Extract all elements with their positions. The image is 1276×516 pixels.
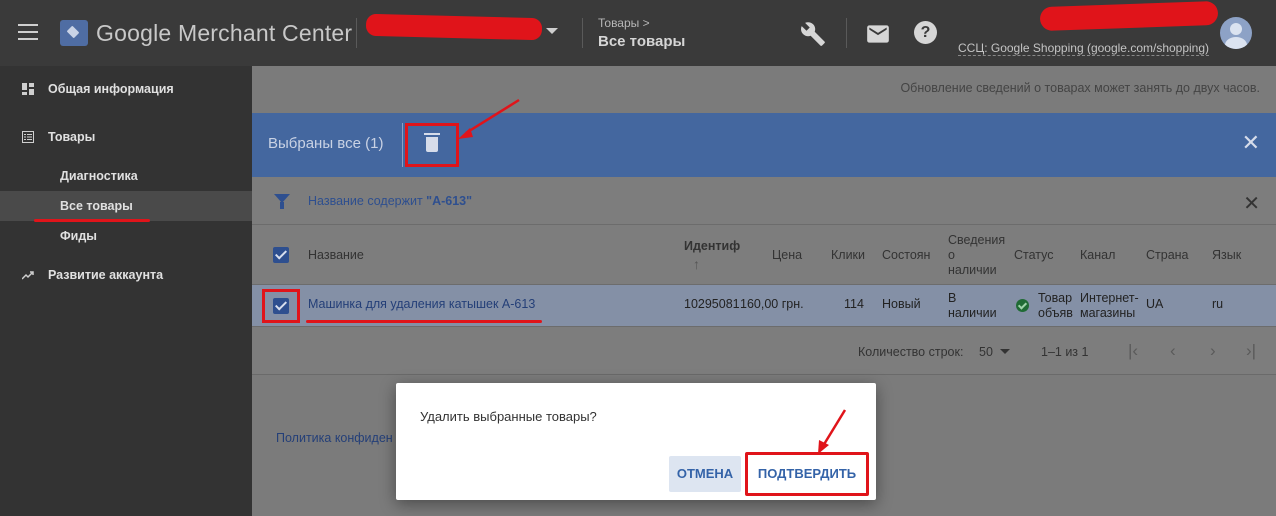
first-page-icon[interactable]: |‹ xyxy=(1128,341,1138,361)
clear-filter-icon[interactable]: ✕ xyxy=(1243,191,1260,216)
mail-icon[interactable] xyxy=(865,21,891,47)
column-header[interactable]: Клики xyxy=(831,248,865,262)
sidebar-item-overview[interactable]: Общая информация xyxy=(0,74,252,104)
cssl-link[interactable]: ССЦ: Google Shopping (google.com/shoppin… xyxy=(958,41,1210,56)
product-id: 10295081 xyxy=(684,297,740,311)
status-approved-icon xyxy=(1016,299,1029,312)
close-icon[interactable]: ✕ xyxy=(1242,131,1260,155)
menu-icon[interactable] xyxy=(18,24,38,40)
sidebar-item-label: Диагностика xyxy=(60,169,138,183)
selection-count: Выбраны все (1) xyxy=(268,135,384,152)
help-icon[interactable]: ? xyxy=(914,21,937,44)
chevron-down-icon[interactable] xyxy=(546,28,558,34)
cancel-button[interactable]: ОТМЕНА xyxy=(669,456,741,492)
last-page-icon[interactable]: ›| xyxy=(1246,341,1256,361)
column-header[interactable]: Страна xyxy=(1146,248,1189,262)
rows-per-page-label: Количество строк: xyxy=(858,345,964,359)
product-name-link[interactable]: Машинка для удаления катышек A-613 xyxy=(308,297,535,311)
table-header: Название Идентиф ↑ Цена Клики Состоян Св… xyxy=(252,225,1276,285)
chevron-down-icon[interactable] xyxy=(1000,349,1010,354)
sidebar-item-all-products[interactable]: Все товары xyxy=(0,191,252,221)
account-switcher-redacted[interactable] xyxy=(365,13,543,41)
list-icon xyxy=(22,131,34,143)
product-language: ru xyxy=(1212,297,1224,311)
sidebar-item-feeds[interactable]: Фиды xyxy=(0,221,252,251)
top-app-bar: Google Merchant Center Товары > Все това… xyxy=(0,0,1276,66)
table-row[interactable]: Машинка для удаления катышек A-613 10295… xyxy=(252,285,1276,327)
column-header[interactable]: Язык xyxy=(1212,248,1241,262)
select-all-checkbox[interactable] xyxy=(273,247,289,263)
user-email-redacted xyxy=(1039,0,1219,32)
rows-per-page-select[interactable]: 50 xyxy=(979,345,993,359)
merchant-center-logo-icon xyxy=(60,20,88,46)
update-notice: Обновление сведений о товарах может заня… xyxy=(900,81,1260,95)
sidebar-item-growth[interactable]: Развитие аккаунта xyxy=(0,260,252,290)
confirm-delete-dialog: Удалить выбранные товары? ОТМЕНА ПОДТВЕР… xyxy=(396,383,876,500)
product-clicks: 114 xyxy=(844,297,864,311)
sidebar-item-label: Общая информация xyxy=(48,82,174,96)
sidebar-item-label: Фиды xyxy=(60,229,97,243)
privacy-policy-link[interactable]: Политика конфиден xyxy=(276,431,393,445)
row-checkbox[interactable] xyxy=(273,298,289,314)
product-status: Товар объяв xyxy=(1038,291,1073,320)
divider xyxy=(356,18,357,48)
dashboard-icon xyxy=(22,83,34,95)
column-header[interactable]: Сведения о наличии xyxy=(948,233,1005,278)
filter-row: Название содержит "A-613" ✕ xyxy=(252,177,1276,225)
sidebar-item-products[interactable]: Товары xyxy=(0,122,252,152)
avatar[interactable] xyxy=(1220,17,1252,49)
sidebar-item-label: Развитие аккаунта xyxy=(48,268,164,282)
dialog-message: Удалить выбранные товары? xyxy=(420,409,597,424)
product-country: UA xyxy=(1146,297,1164,311)
product-channel: Интернет-магазины xyxy=(1080,291,1139,320)
annotation-underline xyxy=(306,320,542,323)
column-header[interactable]: Цена xyxy=(772,248,802,262)
product-condition: Новый xyxy=(882,297,921,311)
column-header[interactable]: Идентиф xyxy=(684,239,740,253)
divider xyxy=(402,123,403,167)
wrench-icon[interactable] xyxy=(800,21,826,47)
sort-arrow-up-icon[interactable]: ↑ xyxy=(693,256,700,272)
divider xyxy=(846,18,847,48)
next-page-icon[interactable]: › xyxy=(1210,341,1216,361)
sidebar: Общая информация Товары Диагностика Все … xyxy=(0,66,252,516)
filter-chip[interactable]: Название содержит "A-613" xyxy=(308,194,472,208)
product-price: 160,00 грн. xyxy=(740,297,804,311)
breadcrumb-parent[interactable]: Товары > xyxy=(598,16,650,30)
column-header[interactable]: Название xyxy=(308,248,364,262)
divider xyxy=(582,18,583,48)
selection-bar: Выбраны все (1) ✕ xyxy=(252,113,1276,177)
products-table: Название содержит "A-613" ✕ Название Иде… xyxy=(252,177,1276,375)
pagination: Количество строк: 50 1–1 из 1 |‹ ‹ › ›| xyxy=(252,327,1276,375)
sidebar-item-label: Товары xyxy=(48,130,96,144)
sidebar-item-label: Все товары xyxy=(60,199,133,213)
confirm-button[interactable]: ПОДТВЕРДИТЬ xyxy=(745,452,869,496)
page-range: 1–1 из 1 xyxy=(1041,345,1089,359)
column-header[interactable]: Состоян xyxy=(882,248,930,262)
product-name: Google Merchant Center xyxy=(96,20,353,46)
product-availability: В наличии xyxy=(948,291,997,320)
filter-icon[interactable] xyxy=(274,194,290,209)
page-title: Все товары xyxy=(598,33,686,50)
delete-icon[interactable] xyxy=(424,133,440,152)
column-header[interactable]: Статус xyxy=(1014,248,1054,262)
sidebar-item-diagnostics[interactable]: Диагностика xyxy=(0,161,252,191)
trending-up-icon xyxy=(22,271,34,280)
column-header[interactable]: Канал xyxy=(1080,248,1115,262)
prev-page-icon[interactable]: ‹ xyxy=(1170,341,1176,361)
